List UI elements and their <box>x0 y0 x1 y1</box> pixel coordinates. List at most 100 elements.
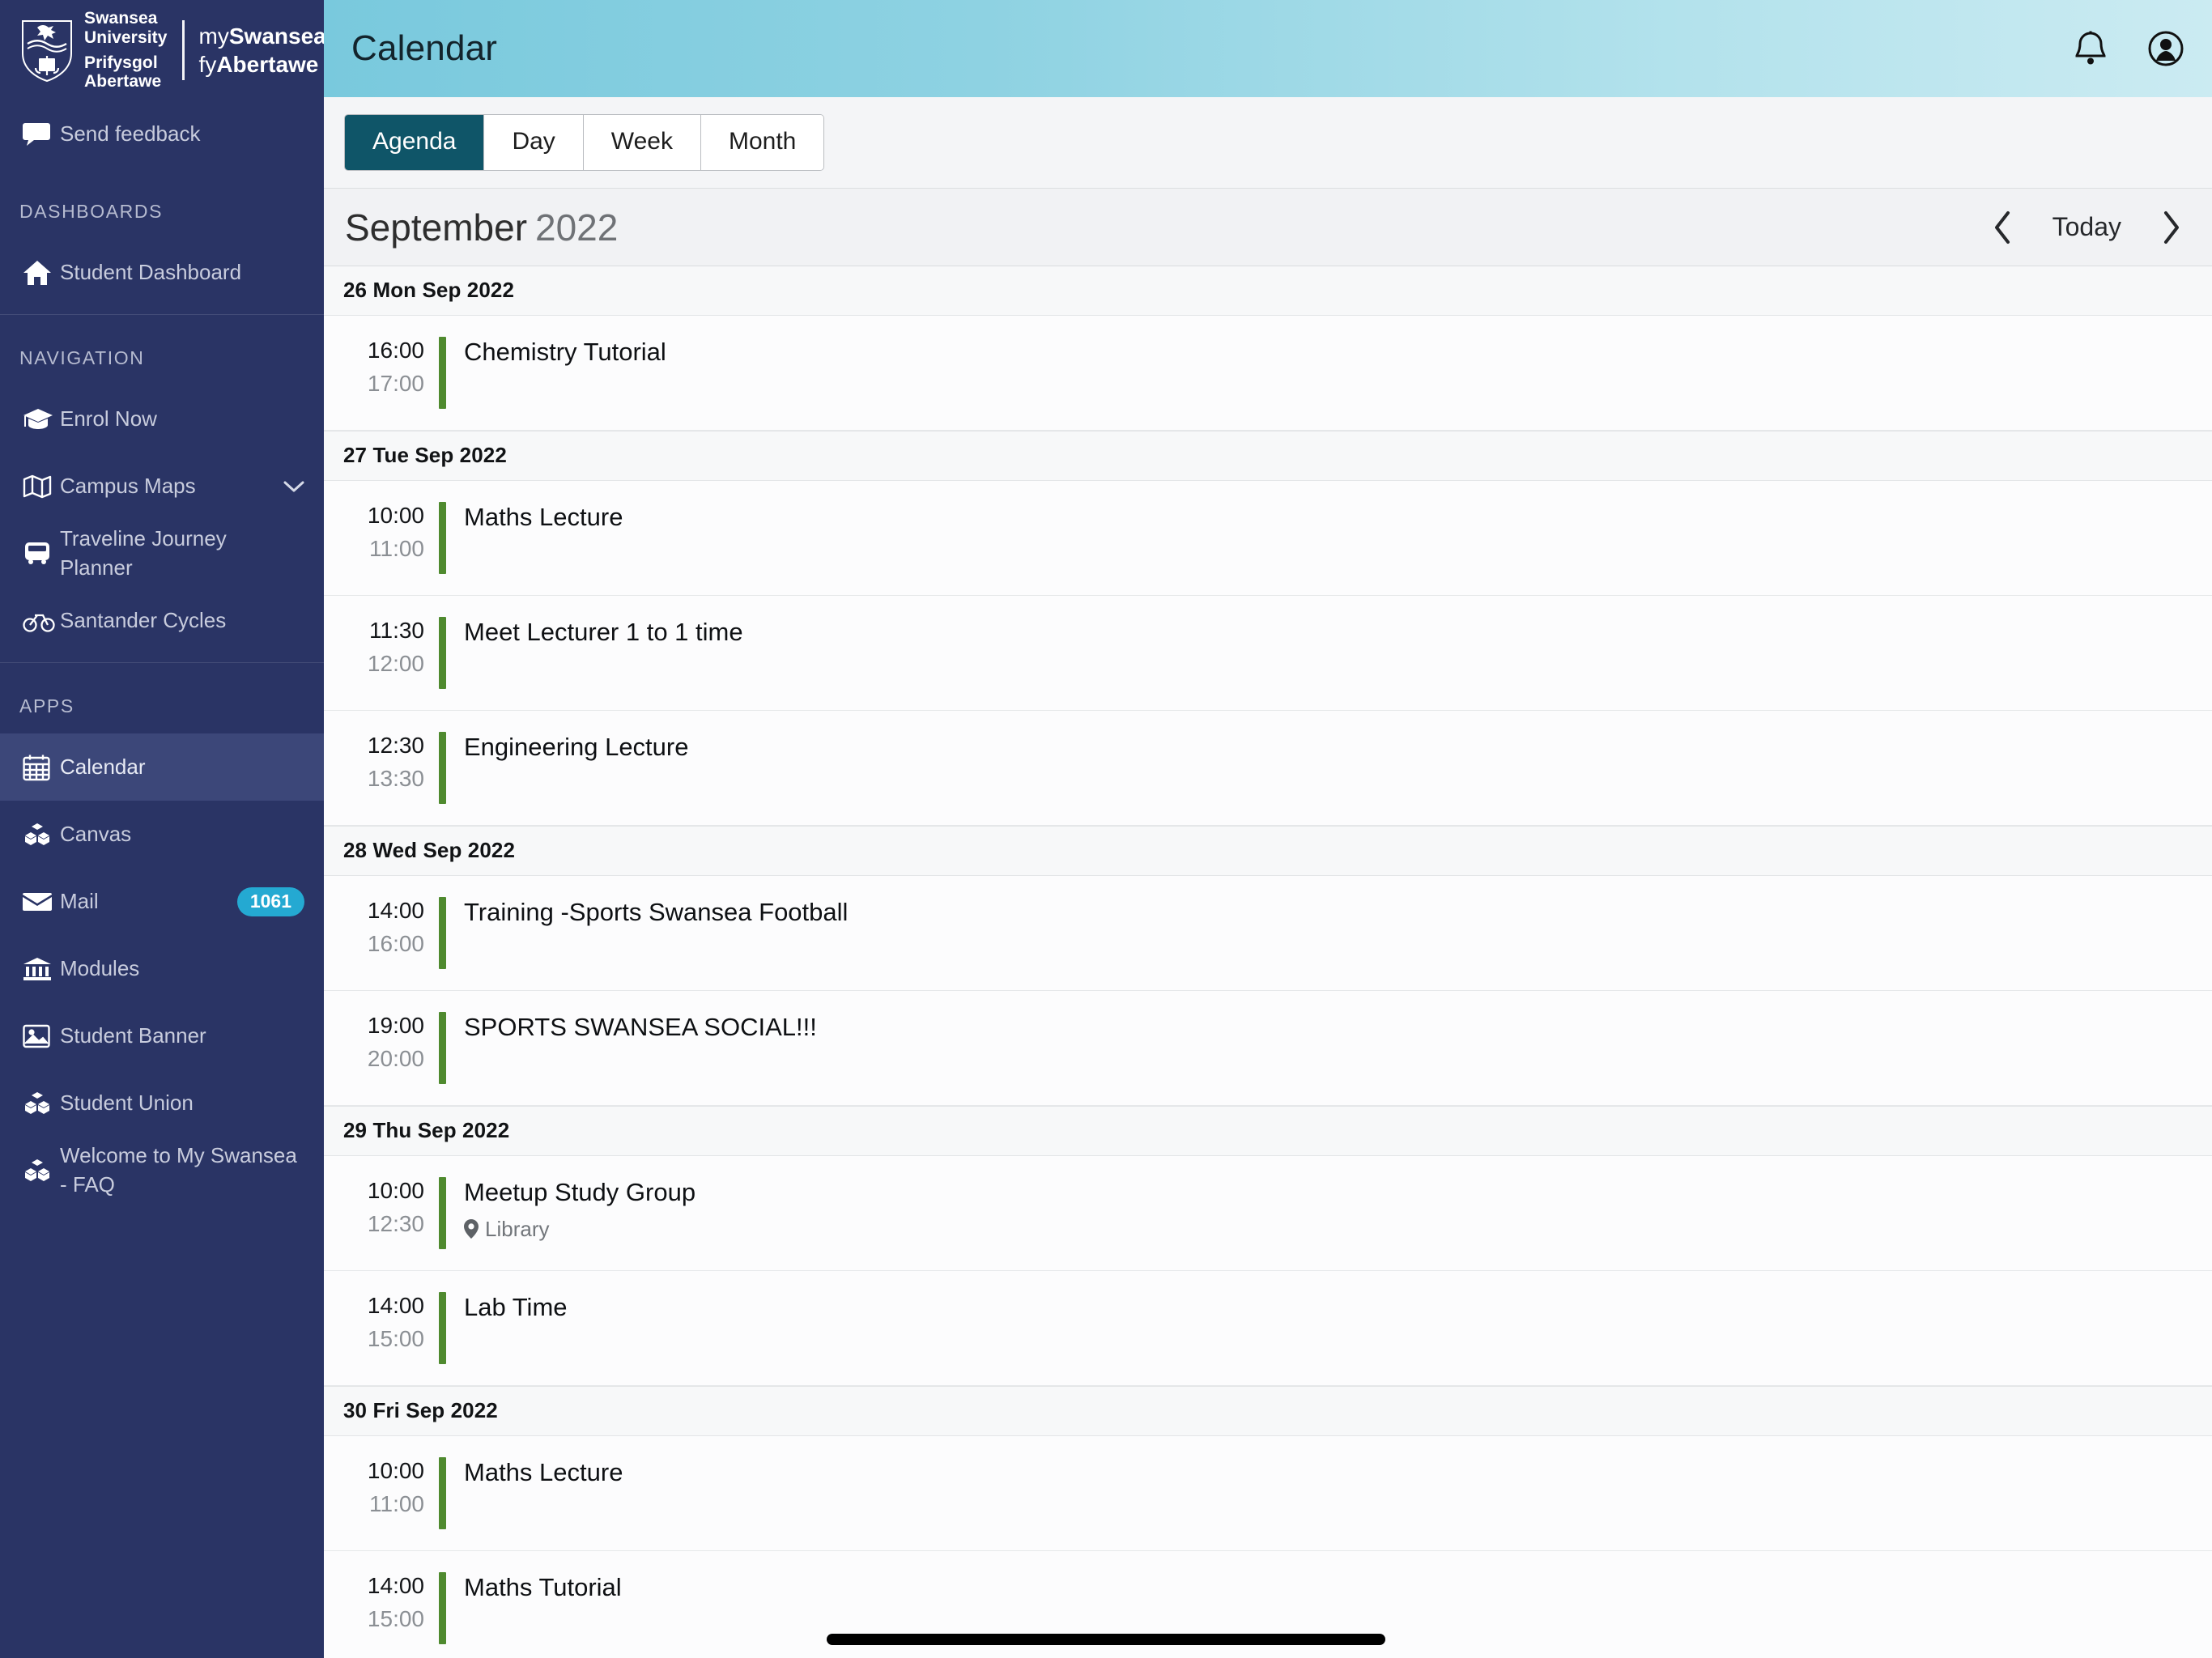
brand-logo[interactable]: Swansea University Prifysgol Abertawe my… <box>0 0 324 100</box>
sidebar-item-student-dashboard[interactable]: Student Dashboard <box>0 239 324 306</box>
cubes-icon <box>23 1158 60 1183</box>
sidebar-item-santander-cycles[interactable]: Santander Cycles <box>0 587 324 654</box>
brand-product-name: mySwansea fyAbertawe <box>199 22 324 79</box>
send-feedback-button[interactable]: Send feedback <box>0 100 324 168</box>
sidebar-item-label: Welcome to My Swansea - FAQ <box>60 1143 297 1197</box>
sidebar-item-label: Mail <box>60 888 99 913</box>
agenda-event-row[interactable]: 12:30 13:30 Engineering Lecture <box>324 711 2212 826</box>
envelope-icon <box>23 891 60 912</box>
sidebar-item-enrol-now[interactable]: Enrol Now <box>0 385 324 453</box>
sidebar-item-student-banner[interactable]: Student Banner <box>0 1002 324 1069</box>
event-start-time: 16:00 <box>367 338 424 363</box>
sidebar-item-modules[interactable]: Modules <box>0 935 324 1002</box>
brand-product-line1-bold: Swansea <box>228 23 324 49</box>
brand-product-line1-light: my <box>198 23 229 49</box>
agenda-event-row[interactable]: 14:00 15:00 Maths Tutorial <box>324 1551 2212 1658</box>
sidebar-item-label: Enrol Now <box>60 406 157 431</box>
event-end-time: 11:00 <box>369 535 424 561</box>
event-title: Maths Lecture <box>464 503 623 531</box>
sidebar-item-welcome-to-my-swansea-faq[interactable]: Welcome to My Swansea - FAQ <box>0 1137 324 1204</box>
main-content: Calendar Agenda Day Week Month September… <box>324 0 2212 1658</box>
event-times: 10:00 11:00 <box>347 502 424 574</box>
event-accent-bar <box>439 1012 446 1084</box>
brand-university-line3: Prifysgol <box>84 53 158 72</box>
event-body: Maths Lecture <box>464 1457 2212 1529</box>
event-times: 10:00 11:00 <box>347 1457 424 1529</box>
event-title: Engineering Lecture <box>464 733 689 761</box>
event-accent-bar <box>439 897 446 969</box>
event-start-time: 10:00 <box>367 1178 424 1203</box>
user-circle-icon[interactable] <box>2147 30 2184 67</box>
calendar-icon <box>23 754 60 781</box>
event-title: Maths Tutorial <box>464 1573 622 1601</box>
event-accent-bar <box>439 502 446 574</box>
home-icon <box>23 260 60 286</box>
cubes-icon <box>23 1091 60 1116</box>
image-icon <box>23 1024 60 1048</box>
period-year: 2022 <box>535 206 619 249</box>
event-start-time: 10:00 <box>367 1458 424 1483</box>
chevron-right-icon[interactable] <box>2159 209 2184 246</box>
event-location: Library <box>464 1217 2212 1242</box>
agenda-day-header: 28 Wed Sep 2022 <box>324 826 2212 876</box>
event-end-time: 13:30 <box>367 765 424 791</box>
brand-university-name: Swansea University Prifysgol Abertawe <box>84 9 168 91</box>
bank-icon <box>23 957 60 981</box>
sidebar-item-campus-maps[interactable]: Campus Maps <box>0 453 324 520</box>
event-end-time: 16:00 <box>367 930 424 956</box>
event-times: 14:00 16:00 <box>347 897 424 969</box>
tab-day[interactable]: Day <box>484 115 584 170</box>
sidebar-item-label: Student Union <box>60 1090 194 1115</box>
agenda-event-row[interactable]: 10:00 11:00 Maths Lecture <box>324 1436 2212 1551</box>
agenda-list[interactable]: 26 Mon Sep 2022 16:00 17:00 Chemistry Tutor… <box>324 266 2212 1658</box>
agenda-event-row[interactable]: 16:00 17:00 Chemistry Tutorial <box>324 316 2212 431</box>
agenda-day-header: 30 Fri Sep 2022 <box>324 1386 2212 1436</box>
event-end-time: 12:30 <box>367 1210 424 1236</box>
sidebar-item-calendar[interactable]: Calendar <box>0 733 324 801</box>
event-location-label: Library <box>485 1216 550 1241</box>
today-button[interactable]: Today <box>2052 212 2121 242</box>
sidebar-item-label: Campus Maps <box>60 473 196 498</box>
tab-agenda[interactable]: Agenda <box>345 115 485 170</box>
bicycle-icon <box>23 610 60 632</box>
event-accent-bar <box>439 1457 446 1529</box>
bell-icon[interactable] <box>2073 30 2108 67</box>
tab-week[interactable]: Week <box>583 115 701 170</box>
sidebar-item-mail[interactable]: Mail 1061 <box>0 868 324 935</box>
event-start-time: 14:00 <box>367 898 424 923</box>
event-body: Chemistry Tutorial <box>464 337 2212 409</box>
event-title: Chemistry Tutorial <box>464 338 666 366</box>
agenda-event-row[interactable]: 10:00 11:00 Maths Lecture <box>324 481 2212 596</box>
page-title: Calendar <box>351 28 498 68</box>
brand-university-line1: Swansea <box>84 9 158 28</box>
map-icon <box>23 474 60 499</box>
agenda-event-row[interactable]: 14:00 15:00 Lab Time <box>324 1271 2212 1386</box>
agenda-event-row[interactable]: 19:00 20:00 SPORTS SWANSEA SOCIAL!!! <box>324 991 2212 1106</box>
sidebar-item-canvas[interactable]: Canvas <box>0 801 324 868</box>
event-title: Meetup Study Group <box>464 1178 696 1206</box>
event-end-time: 20:00 <box>367 1045 424 1071</box>
event-times: 12:30 13:30 <box>347 732 424 804</box>
page-header: Calendar <box>324 0 2212 97</box>
event-title: Meet Lecturer 1 to 1 time <box>464 618 743 646</box>
sidebar-item-student-union[interactable]: Student Union <box>0 1069 324 1137</box>
graduation-cap-icon <box>23 407 60 432</box>
chevron-left-icon[interactable] <box>1989 209 2015 246</box>
event-title: Lab Time <box>464 1293 568 1321</box>
sidebar-item-traveline-journey-planner[interactable]: Traveline Journey Planner <box>0 520 324 587</box>
sidebar-item-label: Santander Cycles <box>60 607 227 632</box>
event-end-time: 15:00 <box>367 1325 424 1351</box>
event-end-time: 15:00 <box>367 1605 424 1631</box>
chevron-down-icon[interactable] <box>283 480 304 493</box>
period-navigation-bar: September 2022 Today <box>324 189 2212 266</box>
agenda-event-row[interactable]: 10:00 12:30 Meetup Study Group Library <box>324 1156 2212 1271</box>
tab-month[interactable]: Month <box>700 115 824 170</box>
bus-icon <box>23 542 60 566</box>
sidebar-section-heading: NAVIGATION <box>19 347 145 368</box>
event-start-time: 14:00 <box>367 1293 424 1318</box>
agenda-event-row[interactable]: 14:00 16:00 Training -Sports Swansea Footb… <box>324 876 2212 991</box>
sidebar-section-heading: APPS <box>19 695 74 716</box>
agenda-event-row[interactable]: 11:30 12:00 Meet Lecturer 1 to 1 time <box>324 596 2212 711</box>
event-times: 14:00 15:00 <box>347 1292 424 1364</box>
event-accent-bar <box>439 1177 446 1249</box>
